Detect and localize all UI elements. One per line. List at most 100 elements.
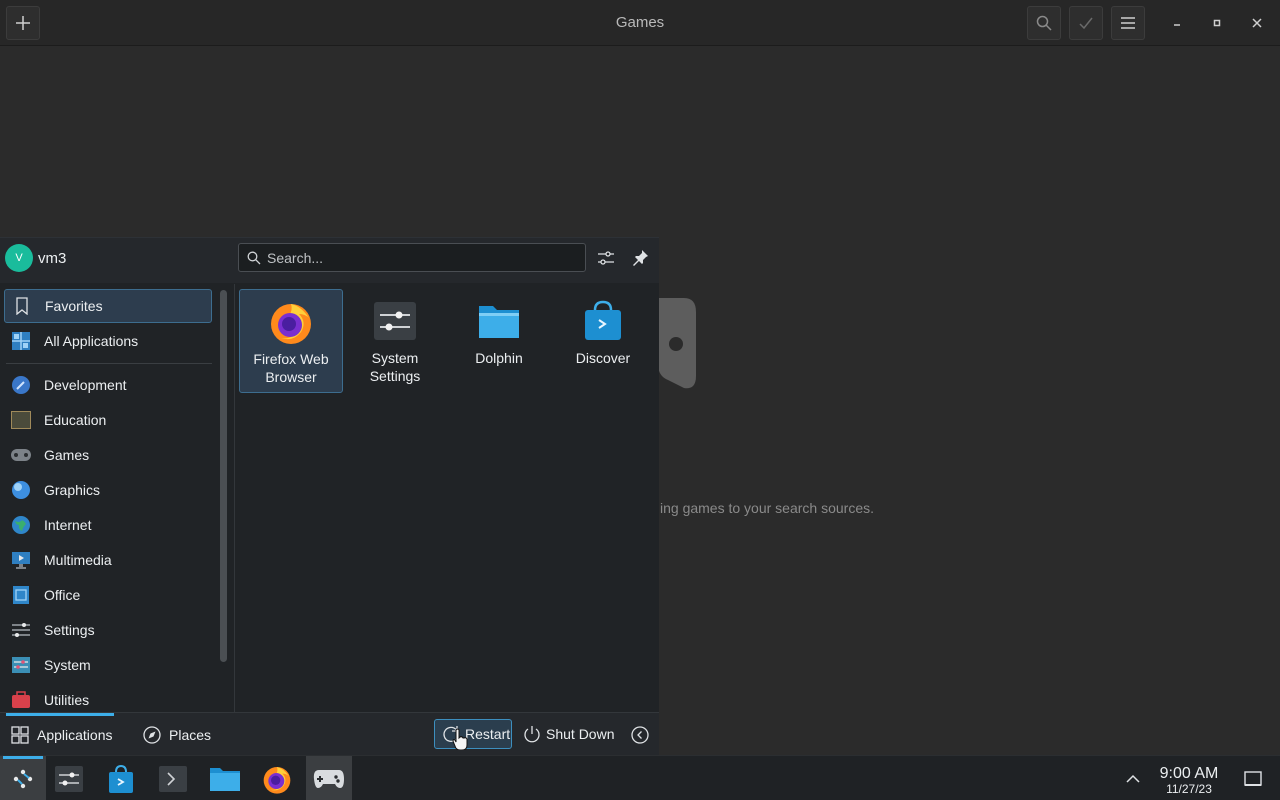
desktop-icon [1244, 770, 1262, 786]
configure-button[interactable] [594, 246, 618, 270]
category-multimedia[interactable]: Multimedia [4, 543, 212, 577]
category-office[interactable]: Office [4, 578, 212, 612]
category-label: Favorites [45, 298, 103, 314]
category-development[interactable]: Development [4, 368, 212, 402]
panel-divider [234, 284, 235, 712]
category-label: Multimedia [44, 552, 112, 568]
app-discover[interactable]: Discover [551, 289, 655, 393]
username: vm3 [38, 250, 67, 267]
grid-icon [10, 725, 30, 745]
category-scrollbar[interactable] [220, 290, 227, 662]
active-indicator [3, 756, 43, 759]
category-label: Development [44, 377, 127, 393]
hamburger-icon [1121, 17, 1135, 29]
category-system[interactable]: System [4, 648, 212, 682]
system-icon [10, 654, 32, 676]
app-firefox[interactable]: Firefox Web Browser [239, 289, 343, 393]
category-sidebar: Favorites All Applications Development E… [0, 284, 216, 712]
search-button[interactable] [1027, 6, 1061, 40]
category-label: Office [44, 587, 81, 603]
category-utilities[interactable]: Utilities [4, 683, 212, 712]
app-dolphin[interactable]: Dolphin [447, 289, 551, 393]
category-favorites[interactable]: Favorites [4, 289, 212, 323]
taskbar: 9:00 AM 11/27/23 [0, 755, 1280, 800]
pin-icon [633, 250, 648, 266]
taskbar-games[interactable] [306, 756, 352, 800]
app-system-settings[interactable]: System Settings [343, 289, 447, 393]
category-label: Graphics [44, 482, 101, 498]
close-icon [1252, 18, 1262, 28]
category-education[interactable]: Education [4, 403, 212, 437]
category-label: All Applications [44, 333, 139, 349]
education-icon [10, 409, 32, 431]
folder-icon [475, 297, 523, 345]
maximize-icon [1213, 19, 1221, 27]
gamepad-icon [10, 444, 32, 466]
mouse-cursor-icon [452, 728, 468, 750]
restart-button[interactable]: Restart [434, 719, 512, 749]
category-label: Education [44, 412, 107, 428]
launcher-header: V vm3 [0, 238, 659, 283]
development-icon [10, 374, 32, 396]
clock-time[interactable]: 9:00 AM [1150, 765, 1228, 783]
tab-label: Places [169, 727, 212, 743]
app-label: Dolphin [475, 350, 523, 366]
category-all-applications[interactable]: All Applications [4, 324, 212, 358]
taskbar-konsole[interactable] [150, 756, 196, 800]
search-icon [1036, 15, 1052, 31]
application-launcher: V vm3 Favorites All Applications Develop… [0, 237, 659, 756]
minimize-button[interactable] [1166, 12, 1188, 34]
discover-icon [579, 297, 627, 345]
category-label: Internet [44, 517, 92, 533]
firefox-icon [267, 298, 315, 346]
maximize-button[interactable] [1206, 12, 1228, 34]
category-internet[interactable]: Internet [4, 508, 212, 542]
tab-label: Applications [37, 727, 113, 743]
chevron-up-icon [1126, 774, 1140, 783]
category-games[interactable]: Games [4, 438, 212, 472]
app-label: Firefox Web Browser [253, 351, 329, 385]
steamdeck-logo-icon [13, 769, 33, 788]
category-label: Games [44, 447, 90, 463]
folder-icon [210, 767, 240, 791]
category-label: System [44, 657, 91, 673]
system-settings-icon [55, 765, 83, 792]
select-button[interactable] [1069, 6, 1103, 40]
more-power-options-button[interactable] [628, 723, 652, 747]
restart-label: Restart [465, 726, 511, 742]
category-graphics[interactable]: Graphics [4, 473, 212, 507]
show-desktop-button[interactable] [1230, 756, 1276, 800]
close-button[interactable] [1246, 12, 1268, 34]
clock-date[interactable]: 11/27/23 [1150, 782, 1228, 796]
grid-icon [10, 330, 32, 352]
office-icon [10, 584, 32, 606]
category-label: Utilities [44, 692, 90, 708]
tab-applications[interactable]: Applications [10, 719, 113, 751]
pin-button[interactable] [628, 246, 652, 270]
taskbar-discover[interactable] [98, 756, 144, 800]
graphics-icon [10, 479, 32, 501]
checkmark-icon [1079, 17, 1093, 30]
taskbar-system-settings[interactable] [46, 756, 92, 800]
tab-places[interactable]: Places [142, 719, 211, 751]
taskbar-firefox[interactable] [254, 756, 300, 800]
search-input[interactable] [267, 249, 567, 266]
gamepad-placeholder-icon [658, 298, 696, 389]
discover-icon [109, 764, 133, 793]
taskbar-dolphin[interactable] [202, 756, 248, 800]
avatar[interactable]: V [5, 244, 33, 272]
firefox-icon [263, 766, 291, 794]
app-label: Discover [575, 350, 631, 366]
shutdown-button[interactable]: Shut Down [516, 719, 620, 749]
search-field[interactable] [238, 243, 586, 272]
menu-button[interactable] [1111, 6, 1145, 40]
category-settings[interactable]: Settings [4, 613, 212, 647]
category-label: Settings [44, 622, 95, 638]
app-label: System Settings [369, 350, 421, 384]
launcher-button[interactable] [0, 756, 46, 800]
utilities-icon [10, 689, 32, 711]
sliders-icon [598, 251, 614, 265]
multimedia-icon [10, 549, 32, 571]
globe-icon [10, 514, 32, 536]
favorites-grid: Firefox Web Browser System Settings Dolp… [236, 284, 659, 712]
